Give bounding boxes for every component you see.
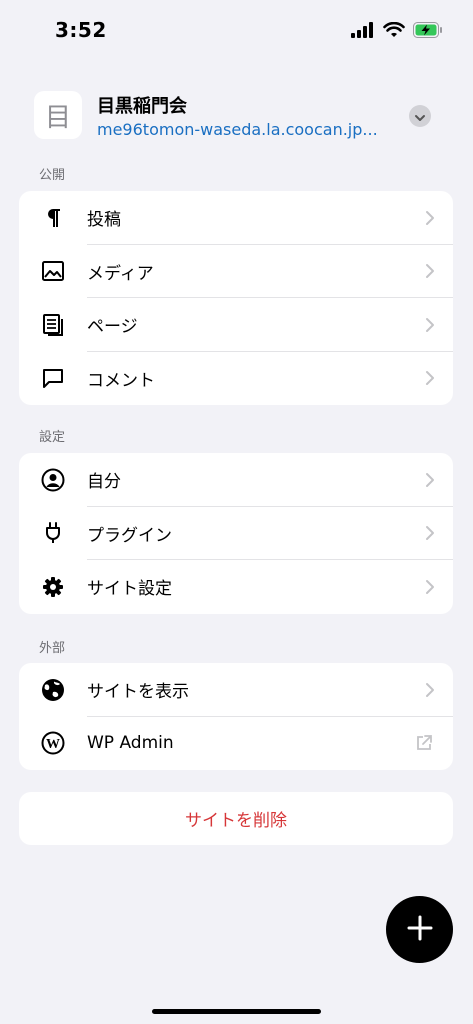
paragraph-icon <box>41 206 65 230</box>
chevron-right-icon <box>425 263 435 279</box>
menu-item-label: 投稿 <box>87 210 121 231</box>
chevron-right-icon <box>425 682 435 698</box>
user-icon <box>41 468 65 492</box>
wordpress-icon: W <box>41 731 65 755</box>
chevron-right-icon <box>425 317 435 333</box>
menu-item-me[interactable]: 自分 <box>19 453 453 507</box>
delete-site-button[interactable]: サイトを削除 <box>19 792 453 845</box>
menu-item-label: WP Admin <box>87 733 174 754</box>
site-name: 目黒稲門会 <box>97 96 187 117</box>
menu-item-plugins[interactable]: プラグイン <box>19 507 453 560</box>
chevron-right-icon <box>425 472 435 488</box>
cellular-signal-icon <box>351 22 375 42</box>
globe-icon <box>41 678 65 702</box>
delete-site-label: サイトを削除 <box>185 811 287 831</box>
chevron-right-icon <box>425 579 435 595</box>
menu-item-label: コメント <box>87 370 155 391</box>
menu-item-wp-admin[interactable]: W WP Admin <box>19 717 453 771</box>
site-url-link[interactable]: me96tomon-waseda.la.coocan.jp... <box>97 120 395 139</box>
menu-item-label: サイト設定 <box>87 579 172 600</box>
menu-item-site-settings[interactable]: サイト設定 <box>19 560 453 614</box>
status-icons <box>351 21 443 42</box>
wifi-icon <box>383 21 405 42</box>
menu-item-label: サイトを表示 <box>87 682 189 703</box>
external-link-icon <box>415 734 433 752</box>
menu-item-label: プラグイン <box>87 525 172 546</box>
settings-menu: 自分 プラグイン サイト設定 <box>19 453 453 614</box>
section-label-external: 外部 <box>39 641 66 656</box>
pages-icon <box>41 313 65 337</box>
menu-item-label: 自分 <box>87 472 121 493</box>
menu-item-label: メディア <box>87 263 154 284</box>
menu-item-media[interactable]: メディア <box>19 245 453 298</box>
home-indicator[interactable] <box>152 1009 321 1014</box>
chevron-right-icon <box>425 210 435 226</box>
external-menu: サイトを表示 W WP Admin <box>19 663 453 770</box>
publish-menu: 投稿 メディア ページ コメント <box>19 191 453 405</box>
add-new-button[interactable] <box>386 896 453 963</box>
media-icon <box>41 259 65 283</box>
comment-icon <box>41 366 65 390</box>
menu-item-view-site[interactable]: サイトを表示 <box>19 663 453 717</box>
svg-text:W: W <box>46 737 60 752</box>
plus-icon <box>407 915 433 945</box>
menu-item-posts[interactable]: 投稿 <box>19 191 453 245</box>
battery-charging-icon <box>413 22 443 42</box>
gear-icon <box>41 575 65 599</box>
chevron-down-icon <box>414 107 426 126</box>
status-time: 3:52 <box>55 18 107 42</box>
menu-item-pages[interactable]: ページ <box>19 298 453 352</box>
chevron-right-icon <box>425 370 435 386</box>
chevron-right-icon <box>425 525 435 541</box>
site-header[interactable]: 目 目黒稲門会 me96tomon-waseda.la.coocan.jp... <box>0 88 473 148</box>
menu-item-label: ページ <box>87 317 138 338</box>
section-label-publish: 公開 <box>39 168 66 183</box>
site-icon: 目 <box>34 91 82 139</box>
site-switcher-button[interactable] <box>409 105 431 127</box>
status-bar: 3:52 <box>0 0 473 60</box>
menu-item-comments[interactable]: コメント <box>19 352 453 406</box>
plug-icon <box>41 521 65 545</box>
section-label-settings: 設定 <box>39 430 66 445</box>
